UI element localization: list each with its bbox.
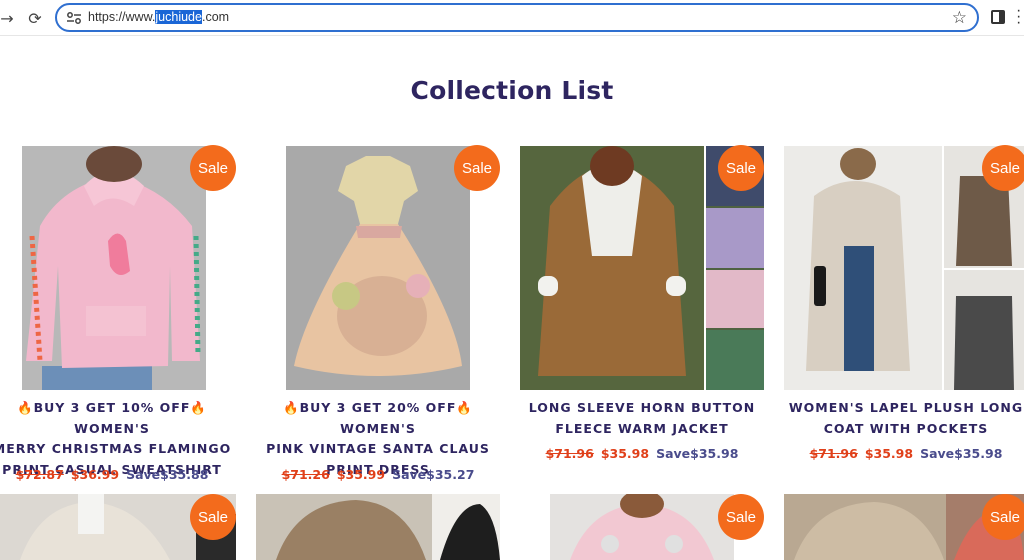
- product-image[interactable]: [286, 146, 470, 390]
- site-info-icon[interactable]: [66, 11, 82, 25]
- page-title: Collection List: [410, 76, 614, 105]
- menu-dots-icon[interactable]: · · ·: [1016, 3, 1022, 31]
- original-price: $72.87: [15, 467, 64, 482]
- browser-toolbar: → ⟳ https://www.juchiude.com ☆ · · ·: [0, 0, 1024, 36]
- price-row: $71.96 $35.98 Save$35.98: [522, 446, 762, 461]
- savings: Save$35.98: [920, 446, 1003, 461]
- forward-arrow-icon[interactable]: →: [0, 7, 18, 29]
- sale-price: $35.98: [600, 446, 650, 461]
- url-selection: juchiude: [155, 10, 202, 24]
- original-price: $71.26: [281, 467, 330, 482]
- sale-price: $35.98: [864, 446, 914, 461]
- sale-badge: Sale: [718, 494, 764, 540]
- product-image[interactable]: [22, 146, 206, 390]
- reload-icon[interactable]: ⟳: [24, 7, 46, 29]
- sale-badge: Sale: [982, 145, 1024, 191]
- sale-badge: Sale: [718, 145, 764, 191]
- url-text[interactable]: https://www.juchiude.com: [88, 10, 229, 24]
- sale-badge: Sale: [190, 145, 236, 191]
- bookmark-star-icon[interactable]: ☆: [952, 8, 967, 28]
- savings: Save$35.27: [392, 467, 475, 482]
- savings: Save$35.88: [126, 467, 209, 482]
- side-panel-icon[interactable]: [991, 10, 1005, 24]
- sale-price: $35.99: [336, 467, 386, 482]
- original-price: $71.96: [809, 446, 858, 461]
- sale-badge: Sale: [454, 145, 500, 191]
- price-row: $72.87 $36.99 Save$35.88: [0, 467, 232, 482]
- product-image[interactable]: [550, 494, 734, 560]
- sale-badge: Sale: [190, 494, 236, 540]
- product-image[interactable]: [256, 494, 500, 560]
- product-title[interactable]: WOMEN'S LAPEL PLUSH LONG COAT WITH POCKE…: [786, 398, 1024, 439]
- sale-price: $36.99: [70, 467, 120, 482]
- sale-badge: Sale: [982, 494, 1024, 540]
- savings: Save$35.98: [656, 446, 739, 461]
- price-row: $71.26 $35.99 Save$35.27: [258, 467, 498, 482]
- original-price: $71.96: [545, 446, 594, 461]
- product-title[interactable]: LONG SLEEVE HORN BUTTON FLEECE WARM JACK…: [522, 398, 762, 439]
- address-bar[interactable]: https://www.juchiude.com ☆: [55, 3, 979, 32]
- price-row: $71.96 $35.98 Save$35.98: [786, 446, 1024, 461]
